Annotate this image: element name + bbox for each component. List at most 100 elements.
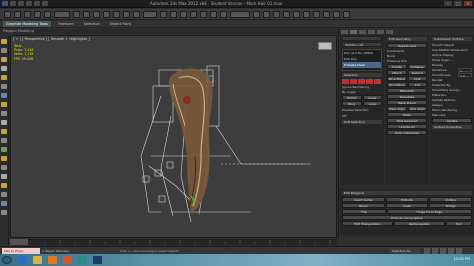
- snaps-toggle-icon[interactable]: [190, 11, 197, 18]
- media-icon[interactable]: [48, 256, 57, 264]
- materials-checkbox[interactable]: Materials: [432, 93, 472, 97]
- edit-geometry-rollout[interactable]: Edit Geometry: [387, 37, 427, 41]
- relax-button[interactable]: Relax: [387, 112, 427, 117]
- edit-triangulation-button[interactable]: Edit Triangulation: [342, 221, 393, 226]
- ignore-backfacing-checkbox[interactable]: Ignore Backfacing: [342, 85, 382, 89]
- use-nurms-checkbox[interactable]: Use NURMS Subdivision: [432, 48, 472, 52]
- border-icon[interactable]: [358, 79, 365, 84]
- outline-button[interactable]: Outline: [429, 197, 473, 202]
- tool-icon[interactable]: [1, 147, 7, 152]
- repeat-last-button[interactable]: Repeat Last: [387, 43, 427, 48]
- photoshop-icon[interactable]: [93, 256, 102, 264]
- create-tab-icon[interactable]: [341, 30, 348, 34]
- undo-icon[interactable]: [34, 1, 40, 6]
- hair-model[interactable]: [168, 68, 213, 213]
- extrude-button[interactable]: Extrude: [385, 197, 429, 202]
- cut-button[interactable]: Cut: [407, 82, 427, 87]
- tool-icon[interactable]: [1, 165, 7, 170]
- grid-align-button[interactable]: Grid Align: [407, 106, 427, 111]
- tool-icon[interactable]: [1, 48, 7, 53]
- tab-graphite-modeling[interactable]: Graphite Modeling Tools: [3, 21, 52, 27]
- redo-icon[interactable]: [42, 1, 48, 6]
- 3dsmax-icon[interactable]: [78, 256, 87, 264]
- isoline-display-checkbox[interactable]: Isoline Display: [432, 53, 472, 57]
- smoothing-groups-checkbox[interactable]: Smoothing Groups: [432, 88, 472, 92]
- start-button[interactable]: [2, 256, 12, 264]
- hide-unselected-button[interactable]: Hide Unselected: [387, 130, 427, 135]
- by-angle-checkbox[interactable]: By Angle:: [342, 90, 382, 94]
- maximize-button[interactable]: □: [454, 1, 462, 6]
- msmooth-button[interactable]: MSmooth: [387, 88, 427, 93]
- link-icon[interactable]: [24, 11, 31, 18]
- element-icon[interactable]: [374, 79, 381, 84]
- manipulate-icon[interactable]: [170, 11, 177, 18]
- select-object-icon[interactable]: [73, 11, 80, 18]
- explorer-icon[interactable]: [33, 256, 42, 264]
- preserve-uvs-checkbox[interactable]: Preserve UVs: [387, 59, 427, 63]
- split-button[interactable]: Split: [407, 76, 427, 81]
- display-tab-icon[interactable]: [377, 30, 384, 34]
- angle-snap-icon[interactable]: [200, 11, 207, 18]
- reference-coord-dropdown[interactable]: [143, 11, 157, 18]
- close-button[interactable]: ×: [464, 1, 472, 6]
- tool-icon[interactable]: [1, 93, 7, 98]
- tool-icon[interactable]: [1, 102, 7, 107]
- surface-properties-rollout[interactable]: Surface Properties: [432, 125, 472, 129]
- tool-icon[interactable]: [1, 174, 7, 179]
- grow-button[interactable]: Grow: [362, 95, 382, 100]
- select-move-icon[interactable]: [113, 11, 120, 18]
- ring-button[interactable]: Ring: [342, 101, 362, 106]
- new-file-icon[interactable]: [10, 1, 16, 6]
- create-button[interactable]: Create: [387, 64, 407, 69]
- perspective-viewport[interactable]: [ + ] [ Perspective ] [ Smooth + Highlig…: [10, 35, 337, 238]
- spinner-snap-icon[interactable]: [220, 11, 227, 18]
- tab-freeform[interactable]: Freeform: [55, 21, 77, 27]
- inset-button[interactable]: Inset: [385, 203, 429, 208]
- view-align-button[interactable]: View Align: [387, 106, 407, 111]
- edge-icon[interactable]: [350, 79, 357, 84]
- tessellate-button[interactable]: Tessellate: [387, 94, 427, 99]
- render-production-icon[interactable]: [343, 11, 350, 18]
- ie-icon[interactable]: [18, 256, 27, 264]
- app-menu-icon[interactable]: [2, 1, 8, 6]
- hide-selected-button[interactable]: Hide Selected: [387, 118, 427, 123]
- stack-item-active[interactable]: Editable Mesh: [343, 62, 381, 68]
- tool-icon[interactable]: [1, 210, 7, 215]
- tool-icon[interactable]: [1, 66, 7, 71]
- tool-icon[interactable]: [1, 201, 7, 206]
- pivot-center-icon[interactable]: [160, 11, 167, 18]
- selection-filter-dropdown[interactable]: [54, 11, 70, 18]
- motion-tab-icon[interactable]: [368, 30, 375, 34]
- tab-object-paint[interactable]: Object Paint: [107, 21, 134, 27]
- make-planar-button[interactable]: Make Planar: [387, 100, 427, 105]
- curve-editor-icon[interactable]: [293, 11, 300, 18]
- tab-selection[interactable]: Selection: [81, 21, 103, 27]
- selection-rollout[interactable]: Selection: [342, 73, 382, 77]
- tool-icon[interactable]: [1, 192, 7, 197]
- loop-button[interactable]: Loop: [362, 101, 382, 106]
- manually-radio[interactable]: Manually: [432, 113, 472, 117]
- utilities-tab-icon[interactable]: [386, 30, 393, 34]
- render-setup-icon[interactable]: [323, 11, 330, 18]
- rect-selection-icon[interactable]: [93, 11, 100, 18]
- select-scale-icon[interactable]: [133, 11, 140, 18]
- bridge-button[interactable]: Bridge: [429, 203, 473, 208]
- keyboard-shortcut-icon[interactable]: [180, 11, 187, 18]
- select-by-name-icon[interactable]: [83, 11, 90, 18]
- unlink-icon[interactable]: [34, 11, 41, 18]
- tool-icon[interactable]: [1, 75, 7, 80]
- subdivision-surface-rollout[interactable]: Subdivision Surface: [432, 37, 472, 41]
- flip-button[interactable]: Flip: [342, 209, 386, 214]
- graphite-toggle-icon[interactable]: [283, 11, 290, 18]
- extrude-along-spline-button[interactable]: Extrude Along Spline: [342, 215, 472, 220]
- save-file-icon[interactable]: [26, 1, 32, 6]
- update-button[interactable]: Update: [432, 118, 472, 123]
- vertex-icon[interactable]: [342, 79, 349, 84]
- tool-icon[interactable]: [1, 84, 7, 89]
- shrink-button[interactable]: Shrink: [342, 95, 362, 100]
- soft-selection-rollout[interactable]: Soft Selection: [342, 120, 382, 124]
- open-file-icon[interactable]: [18, 1, 24, 6]
- tool-icon[interactable]: [1, 183, 7, 188]
- slice-plane-button[interactable]: Slice Plane: [387, 76, 407, 81]
- schematic-view-icon[interactable]: [303, 11, 310, 18]
